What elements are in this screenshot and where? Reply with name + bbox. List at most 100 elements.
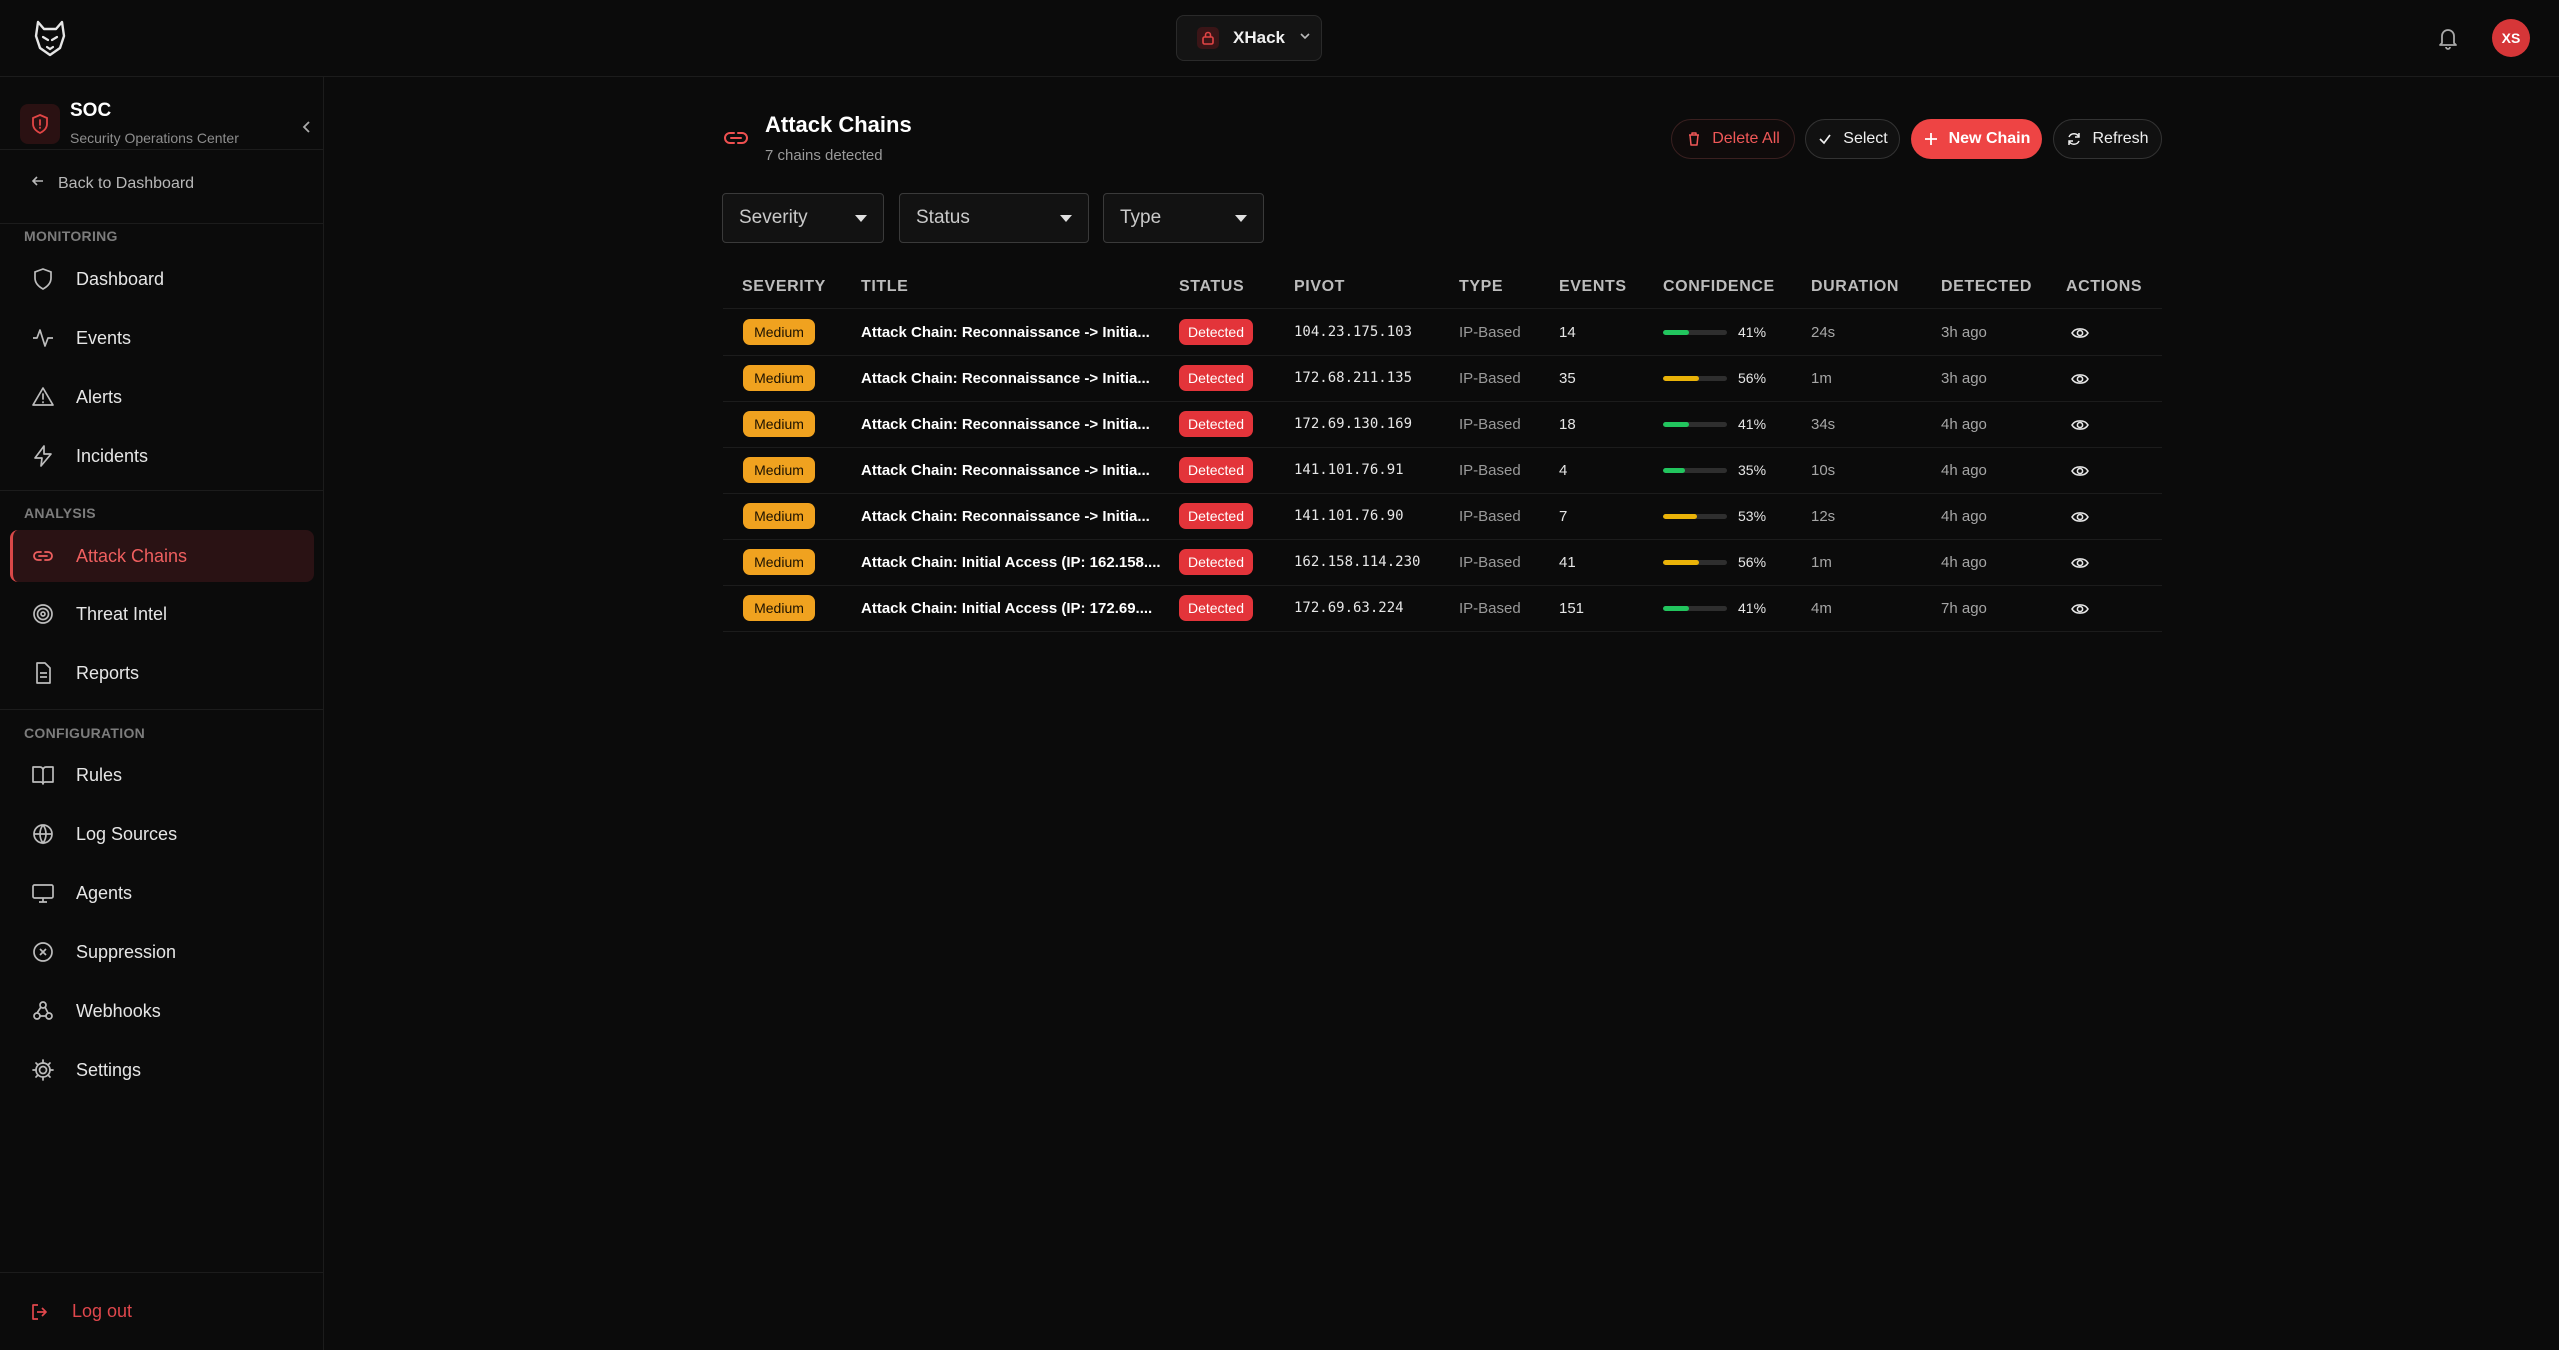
globe-icon [33, 824, 53, 845]
eye-icon[interactable] [2070, 461, 2090, 481]
arrow-left-icon [30, 173, 46, 194]
confidence-bar-fill [1663, 468, 1686, 473]
table-row[interactable]: Medium Attack Chain: Reconnaissance -> I… [723, 448, 2162, 494]
divider [0, 490, 324, 491]
sidebar-item-label: Incidents [76, 445, 149, 466]
bell-icon[interactable] [2434, 24, 2462, 52]
confidence-bar-fill [1663, 330, 1690, 335]
sidebar-item-webhooks[interactable]: Webhooks [10, 985, 314, 1037]
chain-type: IP-Based [1459, 370, 1521, 387]
link-icon [722, 124, 750, 152]
collapse-sidebar-icon[interactable] [296, 116, 318, 138]
workspace-name: XHack [1233, 28, 1285, 47]
severity-filter[interactable]: Severity [722, 193, 884, 243]
sidebar-item-dashboard[interactable]: Dashboard [10, 253, 314, 305]
workspace-icon [1197, 27, 1219, 49]
chain-title[interactable]: Attack Chain: Reconnaissance -> Initia..… [861, 416, 1150, 433]
table-header-divider [723, 308, 2162, 309]
shield-alert-icon [20, 104, 60, 144]
delete-all-label: Delete All [1712, 130, 1780, 147]
chain-title[interactable]: Attack Chain: Reconnaissance -> Initia..… [861, 508, 1150, 525]
pivot-ip: 162.158.114.230 [1294, 554, 1421, 570]
sidebar-item-events[interactable]: Events [10, 312, 314, 364]
chain-title[interactable]: Attack Chain: Reconnaissance -> Initia..… [861, 462, 1150, 479]
confidence-bar-fill [1663, 376, 1699, 381]
link-icon [33, 551, 53, 561]
chain-type: IP-Based [1459, 462, 1521, 479]
sidebar-item-attack-chains[interactable]: Attack Chains [10, 530, 314, 582]
check-icon [1819, 134, 1831, 145]
sidebar-item-suppression[interactable]: Suppression [10, 926, 314, 978]
pivot-ip: 172.68.211.135 [1294, 370, 1413, 386]
eye-icon[interactable] [2070, 553, 2090, 573]
eye-icon[interactable] [2070, 415, 2090, 435]
sidebar-item-rules[interactable]: Rules [10, 749, 314, 801]
chain-type: IP-Based [1459, 554, 1521, 571]
table-row[interactable]: Medium Attack Chain: Reconnaissance -> I… [723, 356, 2162, 402]
table-row[interactable]: Medium Attack Chain: Initial Access (IP:… [723, 586, 2162, 632]
sidebar-item-log-sources[interactable]: Log Sources [10, 808, 314, 860]
sidebar-item-agents[interactable]: Agents [10, 867, 314, 919]
severity-badge: Medium [743, 595, 815, 621]
workspace-switcher[interactable]: XHack [1176, 15, 1322, 61]
sidebar-item-threat-intel[interactable]: Threat Intel [10, 588, 314, 640]
status-badge: Detected [1179, 365, 1253, 391]
page-subtitle: 7 chains detected [765, 147, 883, 164]
confidence-bar-fill [1663, 560, 1699, 565]
back-to-dashboard-link[interactable]: Back to Dashboard [30, 173, 194, 194]
section-label-monitoring: MONITORING [24, 228, 118, 244]
chain-type: IP-Based [1459, 416, 1521, 433]
column-header: EVENTS [1559, 278, 1627, 295]
status-badge: Detected [1179, 457, 1253, 483]
table-row[interactable]: Medium Attack Chain: Reconnaissance -> I… [723, 310, 2162, 356]
confidence-bar [1663, 468, 1727, 473]
duration: 24s [1811, 324, 1836, 341]
pivot-ip: 172.69.130.169 [1294, 416, 1413, 432]
select-button[interactable]: Select [1805, 119, 1900, 159]
caret-down-icon [855, 214, 867, 222]
avatar[interactable]: XS [2492, 19, 2530, 57]
table-row[interactable]: Medium Attack Chain: Initial Access (IP:… [723, 540, 2162, 586]
sidebar-item-incidents[interactable]: Incidents [10, 430, 314, 482]
eye-icon[interactable] [2070, 599, 2090, 619]
chain-title[interactable]: Attack Chain: Reconnaissance -> Initia..… [861, 370, 1150, 387]
chain-type: IP-Based [1459, 508, 1521, 525]
eye-icon[interactable] [2070, 369, 2090, 389]
event-count: 151 [1559, 600, 1585, 617]
file-text-icon [36, 662, 51, 684]
sidebar-item-settings[interactable]: Settings [10, 1044, 314, 1096]
logout-label: Log out [72, 1301, 133, 1321]
logout-button[interactable]: Log out [30, 1301, 132, 1322]
sidebar-item-label: Webhooks [76, 1000, 161, 1021]
page-title: Attack Chains [765, 112, 912, 137]
chain-title[interactable]: Attack Chain: Initial Access (IP: 162.15… [861, 554, 1161, 571]
table-row[interactable]: Medium Attack Chain: Reconnaissance -> I… [723, 494, 2162, 540]
sidebar-item-label: Agents [76, 882, 133, 903]
type-filter[interactable]: Type [1103, 193, 1264, 243]
severity-badge: Medium [743, 319, 815, 345]
sidebar-item-label: Reports [76, 662, 140, 683]
sidebar-item-alerts[interactable]: Alerts [10, 371, 314, 423]
confidence-bar-fill [1663, 422, 1690, 427]
app-subtitle: Security Operations Center [70, 130, 239, 146]
wolf-logo-icon[interactable] [30, 18, 70, 58]
refresh-button[interactable]: Refresh [2053, 119, 2162, 159]
divider [0, 223, 324, 224]
column-header: TITLE [861, 278, 909, 295]
duration: 10s [1811, 462, 1836, 479]
table-row[interactable]: Medium Attack Chain: Reconnaissance -> I… [723, 402, 2162, 448]
eye-icon[interactable] [2070, 323, 2090, 343]
sidebar-item-label: Rules [76, 764, 123, 785]
webhook-icon [33, 1001, 53, 1020]
delete-all-button[interactable]: Delete All [1671, 119, 1795, 159]
sidebar-item-reports[interactable]: Reports [10, 647, 314, 699]
back-label: Back to Dashboard [58, 174, 195, 192]
event-count: 41 [1559, 554, 1576, 571]
status-filter[interactable]: Status [899, 193, 1089, 243]
chain-title[interactable]: Attack Chain: Reconnaissance -> Initia..… [861, 324, 1150, 341]
eye-icon[interactable] [2070, 507, 2090, 527]
select-label: Select [1843, 130, 1888, 147]
chain-title[interactable]: Attack Chain: Initial Access (IP: 172.69… [861, 600, 1152, 617]
new-chain-button[interactable]: New Chain [1911, 119, 2042, 159]
status-badge: Detected [1179, 549, 1253, 575]
